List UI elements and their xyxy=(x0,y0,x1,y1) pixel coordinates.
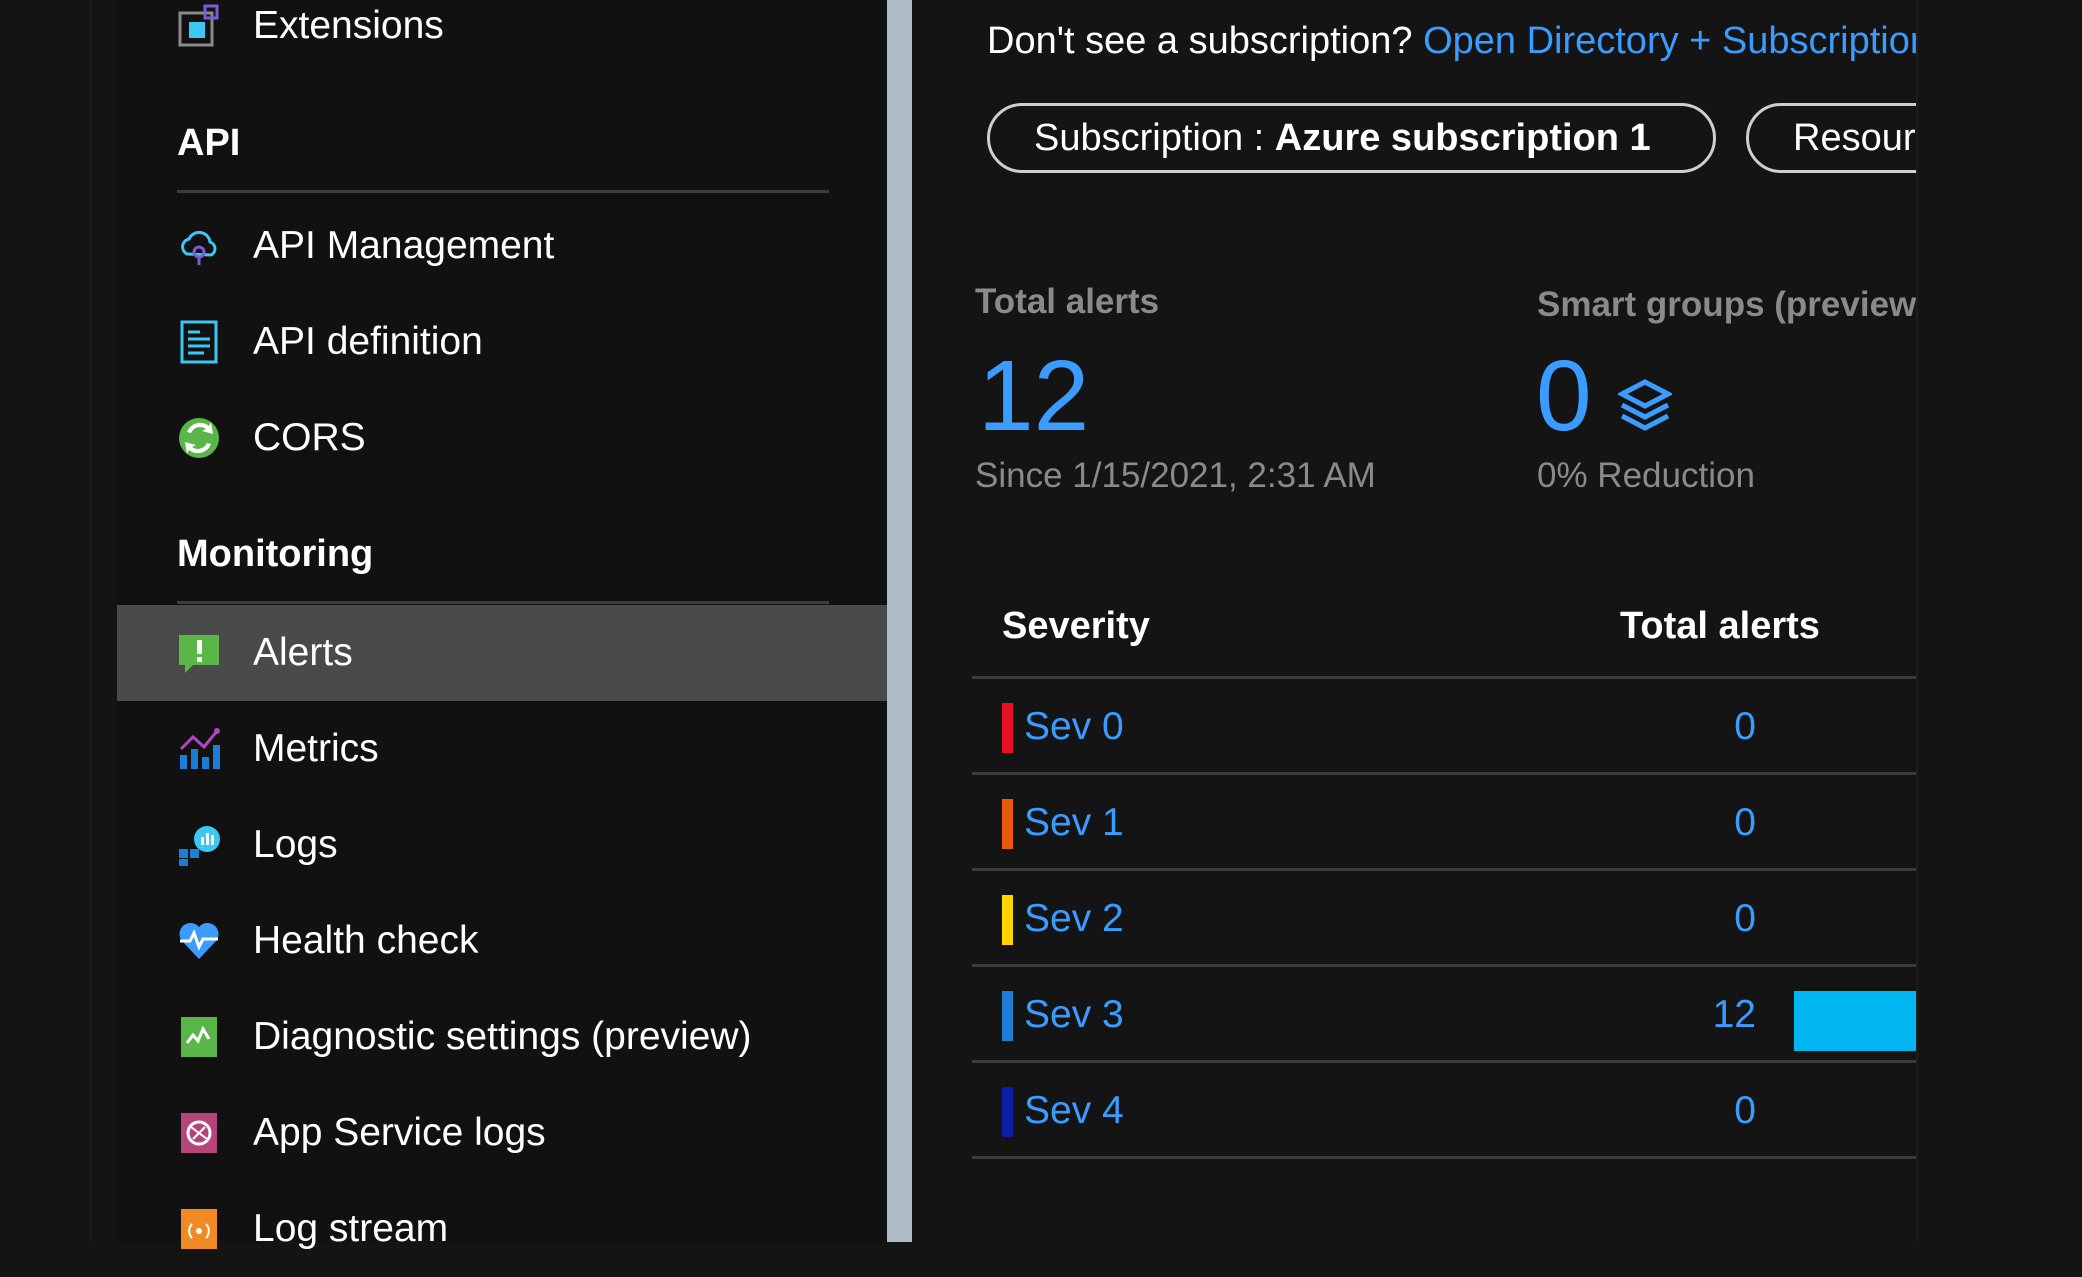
menu-item-label: API definition xyxy=(253,320,483,363)
smart-groups-reduction: 0% Reduction xyxy=(1537,456,1755,495)
logs-icon xyxy=(177,823,221,867)
subscription-filter-prefix: Subscription : xyxy=(1034,117,1275,159)
smart-groups-value[interactable]: 0 xyxy=(1536,346,1592,446)
section-divider xyxy=(177,601,829,604)
severity-count-link[interactable]: 0 xyxy=(1636,871,1756,967)
menu-item-label: Diagnostic settings (preview) xyxy=(253,1015,752,1058)
menu-item-label: Logs xyxy=(253,823,338,866)
menu-item-label: Health check xyxy=(253,919,479,962)
severity-link[interactable]: Sev 3 xyxy=(1024,967,1124,1063)
notice-text: Don't see a subscription? xyxy=(987,20,1413,62)
menu-item-label: App Service logs xyxy=(253,1111,546,1154)
menu-item-label: Extensions xyxy=(253,4,444,47)
menu-item-logs[interactable]: Logs xyxy=(117,797,887,893)
total-alerts-label: Total alerts xyxy=(975,282,1160,321)
menu-item-alerts[interactable]: Alerts xyxy=(117,605,887,701)
total-alerts-value[interactable]: 12 xyxy=(978,346,1089,446)
table-row[interactable]: Sev 1 0 xyxy=(972,775,1916,871)
menu-item-diagnostic-settings[interactable]: Diagnostic settings (preview) xyxy=(117,989,887,1085)
subscription-filter-value: Azure subscription 1 xyxy=(1274,117,1651,159)
diagnostic-icon xyxy=(177,1015,221,1059)
severity-count-link[interactable]: 0 xyxy=(1636,679,1756,775)
severity-link[interactable]: Sev 0 xyxy=(1024,679,1124,775)
menu-item-metrics[interactable]: Metrics xyxy=(117,701,887,797)
menu-item-cors[interactable]: CORS xyxy=(117,390,887,486)
smart-groups-label: Smart groups (preview) xyxy=(1537,285,1916,324)
directory-subscription-link[interactable]: Open Directory + Subscription settings xyxy=(1423,20,1916,62)
app-service-logs-icon xyxy=(177,1111,221,1155)
outer-right-gutter xyxy=(1916,0,2082,1242)
menu-item-label: Log stream xyxy=(253,1207,449,1250)
total-alerts-since: Since 1/15/2021, 2:31 AM xyxy=(975,456,1376,495)
subscription-filter-pill[interactable]: Subscription : Azure subscription 1 xyxy=(987,103,1716,173)
severity-color-indicator xyxy=(1002,799,1013,849)
menu-item-label: Metrics xyxy=(253,727,379,770)
log-stream-icon xyxy=(177,1207,221,1251)
severity-count-link[interactable]: 0 xyxy=(1636,775,1756,871)
severity-column-header: Severity xyxy=(1002,605,1150,647)
table-row[interactable]: Sev 3 12 xyxy=(972,967,1916,1063)
outer-left-gutter xyxy=(0,0,92,1242)
menu-item-label: API Management xyxy=(253,224,555,267)
document-icon xyxy=(177,320,221,364)
extensions-icon xyxy=(177,4,221,48)
alert-icon xyxy=(177,631,221,675)
severity-color-indicator xyxy=(1002,1087,1013,1137)
table-row[interactable]: Sev 0 0 xyxy=(972,679,1916,775)
severity-color-indicator xyxy=(1002,703,1013,753)
menu-item-app-service-logs[interactable]: App Service logs xyxy=(117,1085,887,1181)
severity-link[interactable]: Sev 1 xyxy=(1024,775,1124,871)
menu-item-health-check[interactable]: Health check xyxy=(117,893,887,989)
pane-splitter[interactable] xyxy=(887,0,912,1242)
menu-item-log-stream[interactable]: Log stream xyxy=(117,1181,887,1277)
smart-groups-layers-icon xyxy=(1616,378,1674,434)
alerts-main-pane: Don't see a subscription? Open Directory… xyxy=(912,0,1916,1242)
section-heading-monitoring: Monitoring xyxy=(177,533,374,575)
metrics-chart-icon xyxy=(177,727,221,771)
resource-group-filter-label: Resource group xyxy=(1793,117,1916,159)
menu-item-extensions[interactable]: Extensions xyxy=(117,0,887,74)
table-row[interactable]: Sev 4 0 xyxy=(972,1063,1916,1159)
severity-link[interactable]: Sev 2 xyxy=(1024,871,1124,967)
cors-globe-icon xyxy=(177,416,221,460)
menu-item-api-definition[interactable]: API definition xyxy=(117,294,887,390)
row-divider xyxy=(972,1156,1916,1159)
cloud-api-icon xyxy=(177,224,221,268)
menu-item-label: CORS xyxy=(253,416,366,459)
resource-group-filter-pill[interactable]: Resource group xyxy=(1746,103,1916,173)
severity-color-indicator xyxy=(1002,991,1013,1041)
severity-count-link[interactable]: 12 xyxy=(1636,967,1756,1063)
severity-count-link[interactable]: 0 xyxy=(1636,1063,1756,1159)
menu-item-api-management[interactable]: API Management xyxy=(117,198,887,294)
total-alerts-column-header: Total alerts xyxy=(1620,605,1820,647)
heart-pulse-icon xyxy=(177,919,221,963)
table-row[interactable]: Sev 2 0 xyxy=(972,871,1916,967)
section-divider xyxy=(177,190,829,193)
menu-item-label: Alerts xyxy=(253,631,353,674)
severity-color-indicator xyxy=(1002,895,1013,945)
subscription-notice: Don't see a subscription? Open Directory… xyxy=(987,20,1916,63)
severity-link[interactable]: Sev 4 xyxy=(1024,1063,1124,1159)
section-heading-api: API xyxy=(177,122,241,164)
resource-menu: Extensions API API Management API defini… xyxy=(117,0,887,1250)
severity-share-bar xyxy=(1794,991,1916,1051)
